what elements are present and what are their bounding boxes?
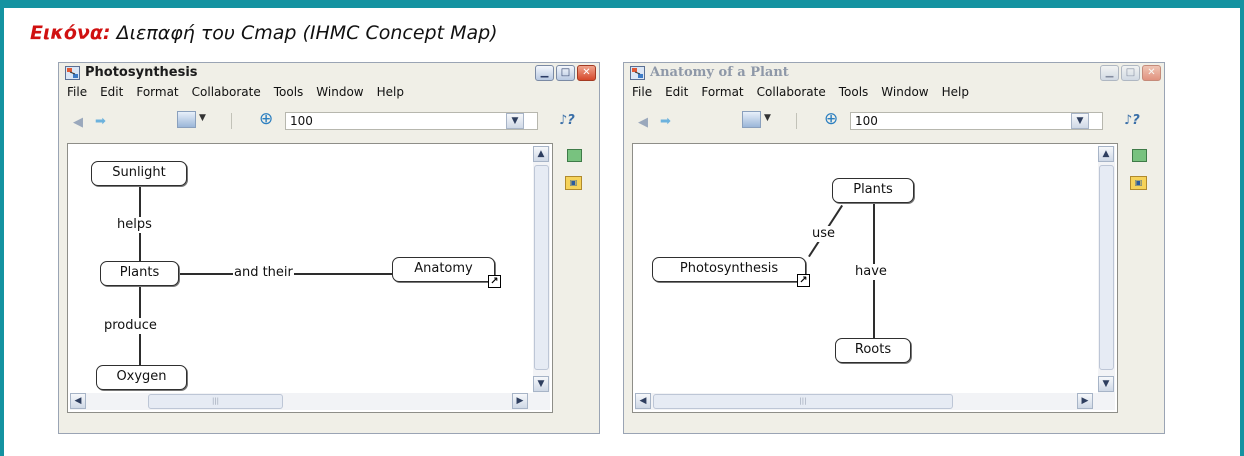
menu-help[interactable]: Help	[377, 85, 404, 99]
concept-plants[interactable]: Plants	[100, 261, 179, 286]
image-icon[interactable]	[742, 111, 761, 128]
concept-map-canvas[interactable]: Plants use Photosynthesis ↗ have Roots ▲…	[632, 143, 1118, 413]
menu-tools[interactable]: Tools	[274, 85, 304, 99]
concept-map-canvas[interactable]: Sunlight helps Plants and their Anatomy …	[67, 143, 553, 413]
back-arrow-icon[interactable]: ◀	[638, 115, 648, 130]
scroll-thumb[interactable]: |||	[148, 394, 283, 409]
menu-bar: File Edit Format Collaborate Tools Window Help	[632, 85, 982, 101]
view-icon[interactable]	[567, 149, 582, 162]
caption-lead: Εικόνα:	[30, 22, 111, 44]
scroll-thumb[interactable]	[534, 165, 549, 370]
nested-link-icon[interactable]: ↗	[488, 275, 501, 288]
nested-link-icon[interactable]: ↗	[797, 274, 810, 287]
dropdown-arrow-icon[interactable]: ▼	[764, 113, 771, 123]
caption-text: Διεπαφή του Cmap (IHMC Concept Map)	[110, 22, 498, 44]
image-icon[interactable]	[177, 111, 196, 128]
style-icon[interactable]: ♪?	[559, 113, 575, 128]
maximize-icon[interactable]: □	[556, 65, 575, 81]
close-icon[interactable]: ✕	[577, 65, 596, 81]
menu-file[interactable]: File	[67, 85, 87, 99]
anatomy-of-a-plant-window: Anatomy of a Plant ▁ □ ✕ File Edit Format Col…	[623, 62, 1165, 434]
style-icon[interactable]: ♪?	[1124, 113, 1140, 128]
scroll-thumb[interactable]: |||	[653, 394, 953, 409]
zoom-icon[interactable]: ⊕	[259, 109, 273, 129]
close-icon[interactable]: ✕	[1142, 65, 1161, 81]
photosynthesis-window: Photosynthesis ▁ □ ✕ File Edit Format Collabo…	[58, 62, 600, 434]
zoom-field[interactable]: 100	[850, 112, 1103, 130]
collaborate-icon[interactable]: ▣	[1130, 176, 1147, 190]
menu-window[interactable]: Window	[881, 85, 928, 99]
vertical-scrollbar[interactable]: ▲ ▼	[1098, 146, 1115, 410]
minimize-icon[interactable]: ▁	[1100, 65, 1119, 81]
figure-caption: Εικόνα: Διεπαφή του Cmap (IHMC Concept M…	[30, 22, 498, 44]
title-bar[interactable]: Anatomy of a Plant ▁ □ ✕	[624, 63, 1164, 83]
maximize-icon[interactable]: □	[1121, 65, 1140, 81]
scroll-left-icon[interactable]: ◀	[70, 393, 86, 409]
link-use[interactable]: use	[811, 226, 837, 242]
dropdown-arrow-icon[interactable]: ▼	[199, 113, 206, 123]
zoom-icon[interactable]: ⊕	[824, 109, 838, 129]
concept-sunlight[interactable]: Sunlight	[91, 161, 187, 186]
window-title: Photosynthesis	[85, 65, 198, 80]
link-produce[interactable]: produce	[103, 318, 158, 334]
toolbar-separator	[231, 113, 232, 129]
window-controls: ▁ □ ✕	[1098, 65, 1161, 84]
link-helps[interactable]: helps	[116, 217, 153, 233]
menu-edit[interactable]: Edit	[100, 85, 123, 99]
scroll-left-icon[interactable]: ◀	[635, 393, 651, 409]
link-have[interactable]: have	[854, 264, 888, 280]
menu-format[interactable]: Format	[136, 85, 178, 99]
chevron-down-icon[interactable]: ▼	[1071, 113, 1089, 129]
horizontal-scrollbar[interactable]: ◀ ||| ▶	[70, 393, 549, 410]
horizontal-scrollbar[interactable]: ◀ ||| ▶	[635, 393, 1114, 410]
menu-format[interactable]: Format	[701, 85, 743, 99]
scroll-thumb[interactable]	[1099, 165, 1114, 370]
menu-help[interactable]: Help	[942, 85, 969, 99]
concept-anatomy[interactable]: Anatomy	[392, 257, 495, 282]
toolbar: ◀ ➡ ▼ ⊕ 100 ▼ ♪?	[624, 107, 1164, 135]
concept-roots[interactable]: Roots	[835, 338, 911, 363]
menu-tools[interactable]: Tools	[839, 85, 869, 99]
scroll-up-icon[interactable]: ▲	[1098, 146, 1114, 162]
menu-bar: File Edit Format Collaborate Tools Window Help	[67, 85, 417, 101]
concept-plants[interactable]: Plants	[832, 178, 914, 203]
toolbar-separator	[796, 113, 797, 129]
title-bar[interactable]: Photosynthesis ▁ □ ✕	[59, 63, 599, 83]
scroll-right-icon[interactable]: ▶	[1077, 393, 1093, 409]
back-arrow-icon[interactable]: ◀	[73, 115, 83, 130]
zoom-field[interactable]: 100	[285, 112, 538, 130]
menu-edit[interactable]: Edit	[665, 85, 688, 99]
menu-window[interactable]: Window	[316, 85, 363, 99]
scroll-down-icon[interactable]: ▼	[533, 376, 549, 392]
toolbar: ◀ ➡ ▼ ⊕ 100 ▼ ♪?	[59, 107, 599, 135]
collaborate-icon[interactable]: ▣	[565, 176, 582, 190]
forward-arrow-icon[interactable]: ➡	[660, 114, 671, 129]
scroll-down-icon[interactable]: ▼	[1098, 376, 1114, 392]
concept-oxygen[interactable]: Oxygen	[96, 365, 187, 390]
link-and-their[interactable]: and their	[233, 265, 294, 281]
menu-file[interactable]: File	[632, 85, 652, 99]
window-title: Anatomy of a Plant	[650, 65, 789, 80]
menu-collaborate[interactable]: Collaborate	[757, 85, 826, 99]
scroll-up-icon[interactable]: ▲	[533, 146, 549, 162]
chevron-down-icon[interactable]: ▼	[506, 113, 524, 129]
view-icon[interactable]	[1132, 149, 1147, 162]
scroll-right-icon[interactable]: ▶	[512, 393, 528, 409]
menu-collaborate[interactable]: Collaborate	[192, 85, 261, 99]
vertical-scrollbar[interactable]: ▲ ▼	[533, 146, 550, 410]
cmap-app-icon	[630, 66, 645, 80]
window-controls: ▁ □ ✕	[533, 65, 596, 84]
forward-arrow-icon[interactable]: ➡	[95, 114, 106, 129]
concept-photosynthesis[interactable]: Photosynthesis	[652, 257, 806, 282]
minimize-icon[interactable]: ▁	[535, 65, 554, 81]
cmap-app-icon	[65, 66, 80, 80]
